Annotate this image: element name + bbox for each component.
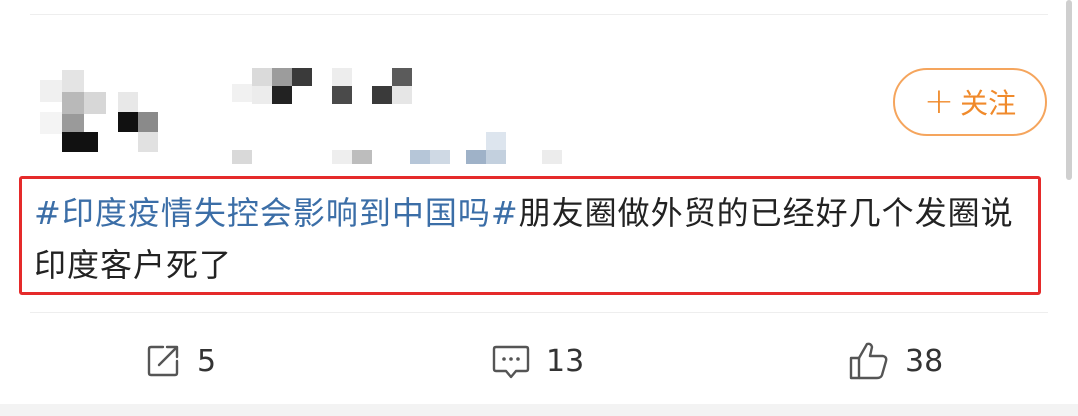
- thumbs-up-icon: [847, 340, 891, 382]
- top-divider: [30, 14, 1048, 15]
- comment-button[interactable]: 13: [490, 338, 584, 384]
- comment-count: 13: [546, 343, 585, 379]
- avatar[interactable]: [40, 70, 160, 154]
- follow-button[interactable]: + 关注: [893, 68, 1047, 136]
- plus-icon: +: [923, 81, 955, 122]
- repost-count: 5: [197, 343, 217, 379]
- bottom-divider: [30, 312, 1048, 313]
- share-icon: [143, 341, 183, 381]
- comment-icon: [490, 341, 532, 381]
- follow-label: 关注: [960, 87, 1017, 120]
- repost-button[interactable]: 5: [143, 338, 216, 384]
- username[interactable]: [232, 68, 412, 116]
- hashtag-link[interactable]: #印度疫情失控会影响到中国吗#: [34, 194, 519, 232]
- like-count: 38: [905, 343, 944, 379]
- footer-separator: [0, 404, 1078, 416]
- post-meta: [232, 128, 572, 164]
- scrollbar[interactable]: [1066, 0, 1072, 180]
- post-text: #印度疫情失控会影响到中国吗#朋友圈做外贸的已经好几个发圈说印度客户死了: [19, 176, 1041, 295]
- like-button[interactable]: 38: [847, 338, 943, 384]
